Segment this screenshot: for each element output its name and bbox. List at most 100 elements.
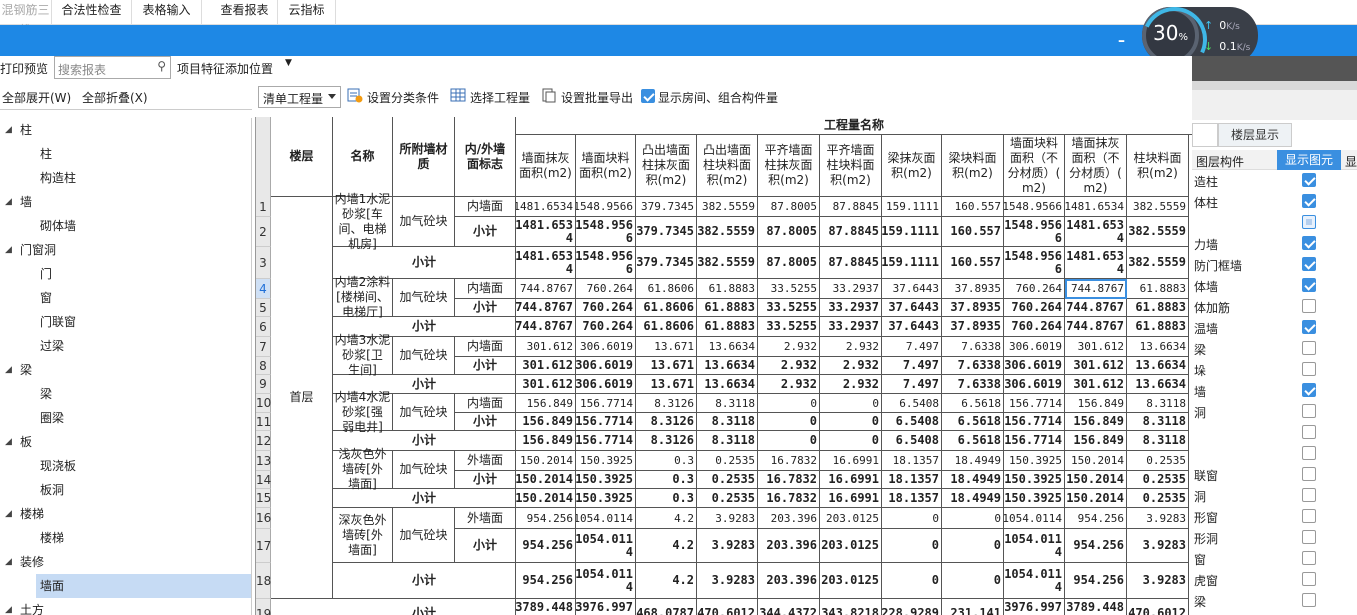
- subtotal-cell[interactable]: 16.7832: [758, 471, 820, 489]
- data-cell[interactable]: 61.8606: [636, 279, 697, 299]
- tree-item-6[interactable]: 门: [36, 262, 116, 286]
- tab-components[interactable]: [1192, 123, 1218, 147]
- condition-settings-icon[interactable]: [347, 88, 363, 103]
- subtotal-cell[interactable]: 301.612: [516, 357, 576, 375]
- material-cell[interactable]: 加气砼块: [393, 508, 455, 563]
- layer-visible-checkbox[interactable]: [1302, 341, 1316, 355]
- subtotal-cell[interactable]: 1548.956 6: [576, 217, 636, 247]
- tree-item-19[interactable]: 墙面: [36, 574, 251, 598]
- layer-visible-checkbox[interactable]: [1302, 530, 1316, 544]
- material-cell[interactable]: 加气砼块: [393, 279, 455, 317]
- group-total-cell[interactable]: 0.3: [636, 489, 697, 508]
- data-cell[interactable]: 8.3118: [1127, 394, 1189, 413]
- group-total-cell[interactable]: 61.8606: [636, 317, 697, 337]
- menu-tab-4[interactable]: 云指标: [278, 0, 336, 24]
- tree-item-5[interactable]: 门窗洞: [20, 238, 80, 262]
- group-total-cell[interactable]: 156.7714: [576, 431, 636, 451]
- collapse-all-button[interactable]: 全部折叠(X): [82, 89, 148, 106]
- tree-expand-arrow-icon[interactable]: ◢: [5, 245, 12, 255]
- data-cell[interactable]: 160.557: [942, 197, 1004, 217]
- data-cell[interactable]: 301.612: [1065, 337, 1127, 357]
- menu-tab-2[interactable]: 表格输入: [132, 0, 202, 24]
- subtotal-cell[interactable]: 1054.011 4: [1004, 529, 1065, 563]
- wall-name-cell[interactable]: 深灰色外 墙砖[外 墙面]: [333, 508, 393, 563]
- group-total-cell[interactable]: 744.8767: [1065, 317, 1127, 337]
- subtotal-cell[interactable]: 0.2535: [697, 471, 758, 489]
- tree-expand-arrow-icon[interactable]: ◢: [5, 509, 12, 519]
- data-cell[interactable]: 1054.0114: [1004, 508, 1065, 529]
- tree-item-3[interactable]: 墙: [20, 190, 80, 214]
- tree-item-11[interactable]: 梁: [36, 382, 116, 406]
- subtotal-cell[interactable]: 1054.011 4: [576, 529, 636, 563]
- row-number[interactable]: 16: [256, 508, 271, 529]
- subtotal-cell[interactable]: 0: [882, 529, 942, 563]
- subtotal-cell[interactable]: 13.6634: [697, 357, 758, 375]
- tree-item-8[interactable]: 门联窗: [36, 310, 116, 334]
- quantity-column-header[interactable]: 平齐墙面 柱抹灰面 积(m2): [758, 135, 820, 197]
- data-cell[interactable]: 37.8935: [942, 279, 1004, 299]
- group-total-cell[interactable]: 0: [882, 563, 942, 599]
- data-cell[interactable]: 156.7714: [576, 394, 636, 413]
- group-total-cell[interactable]: 1481.653 4: [516, 247, 576, 279]
- grand-total-cell[interactable]: 3789.448 5: [1065, 599, 1127, 615]
- data-cell[interactable]: 16.7832: [758, 451, 820, 471]
- grand-total-cell[interactable]: 468.0787: [636, 599, 697, 615]
- grand-total-cell[interactable]: 228.9289: [882, 599, 942, 615]
- group-total-cell[interactable]: 0.2535: [1127, 489, 1189, 508]
- tree-item-20[interactable]: 土方: [20, 598, 80, 615]
- subtotal-cell[interactable]: 37.8935: [942, 299, 1004, 317]
- group-total-cell[interactable]: 6.5618: [942, 431, 1004, 451]
- data-cell[interactable]: 6.5618: [942, 394, 1004, 413]
- group-total-cell[interactable]: 8.3118: [1127, 431, 1189, 451]
- layer-row[interactable]: 虎窗: [1192, 569, 1357, 590]
- data-cell[interactable]: 150.2014: [1065, 451, 1127, 471]
- quantity-column-header[interactable]: 墙面抹灰 面积(m2): [516, 135, 576, 197]
- subtotal-cell[interactable]: 18.1357: [882, 471, 942, 489]
- tab-floor-display[interactable]: 楼层显示: [1218, 123, 1292, 147]
- row-number[interactable]: 12: [256, 431, 271, 451]
- material-cell[interactable]: 加气砼块: [393, 337, 455, 375]
- quantity-column-header[interactable]: 凸出墙面 柱抹灰面 积(m2): [636, 135, 697, 197]
- data-cell[interactable]: 87.8005: [758, 197, 820, 217]
- quantity-column-header[interactable]: 墙面块料 面积(m2): [576, 135, 636, 197]
- table-icon[interactable]: [450, 88, 466, 103]
- data-cell[interactable]: 8.3118: [697, 394, 758, 413]
- group-total-cell[interactable]: 0.2535: [697, 489, 758, 508]
- subtotal-cell[interactable]: 2.932: [758, 357, 820, 375]
- layer-visible-checkbox[interactable]: [1302, 572, 1316, 586]
- quantity-column-header[interactable]: 凸出墙面 柱块料面 积(m2): [697, 135, 758, 197]
- tree-item-0[interactable]: 柱: [20, 118, 80, 142]
- layer-visible-checkbox[interactable]: [1302, 425, 1316, 439]
- data-cell[interactable]: 8.3126: [636, 394, 697, 413]
- group-total-cell[interactable]: 760.264: [1004, 317, 1065, 337]
- layer-row[interactable]: 形窗: [1192, 506, 1357, 527]
- group-total-cell[interactable]: 0: [820, 431, 882, 451]
- subtotal-cell[interactable]: 306.6019: [576, 357, 636, 375]
- group-total-cell[interactable]: 150.2014: [1065, 489, 1127, 508]
- menu-tab-1[interactable]: 合法性检查: [52, 0, 132, 24]
- data-cell[interactable]: 744.8767: [1065, 279, 1127, 299]
- subtotal-cell[interactable]: 382.5559: [1127, 217, 1189, 247]
- layer-visible-checkbox[interactable]: [1302, 383, 1316, 397]
- group-total-cell[interactable]: 16.7832: [758, 489, 820, 508]
- data-cell[interactable]: 0.3: [636, 451, 697, 471]
- subtotal-cell[interactable]: 954.256: [1065, 529, 1127, 563]
- tree-item-13[interactable]: 板: [20, 430, 80, 454]
- data-cell[interactable]: 18.1357: [882, 451, 942, 471]
- group-total-cell[interactable]: 87.8845: [820, 247, 882, 279]
- group-total-cell[interactable]: 61.8883: [697, 317, 758, 337]
- data-cell[interactable]: 954.256: [1065, 508, 1127, 529]
- row-number[interactable]: 2: [256, 217, 271, 247]
- data-cell[interactable]: 3.9283: [1127, 508, 1189, 529]
- layer-row[interactable]: 形洞: [1192, 527, 1357, 548]
- tree-expand-arrow-icon[interactable]: ◢: [5, 557, 12, 567]
- layer-row[interactable]: 联窗: [1192, 464, 1357, 485]
- quantity-column-header[interactable]: 柱块料面 积(m2): [1127, 135, 1189, 197]
- quantity-type-select[interactable]: 清单工程量: [258, 86, 341, 108]
- quantity-column-header[interactable]: 梁块料面 积(m2): [942, 135, 1004, 197]
- layer-visible-checkbox[interactable]: [1302, 215, 1316, 229]
- subtotal-cell[interactable]: 760.264: [576, 299, 636, 317]
- data-cell[interactable]: 33.2937: [820, 279, 882, 299]
- group-total-cell[interactable]: 13.671: [636, 375, 697, 394]
- tree-item-1[interactable]: 柱: [36, 142, 116, 166]
